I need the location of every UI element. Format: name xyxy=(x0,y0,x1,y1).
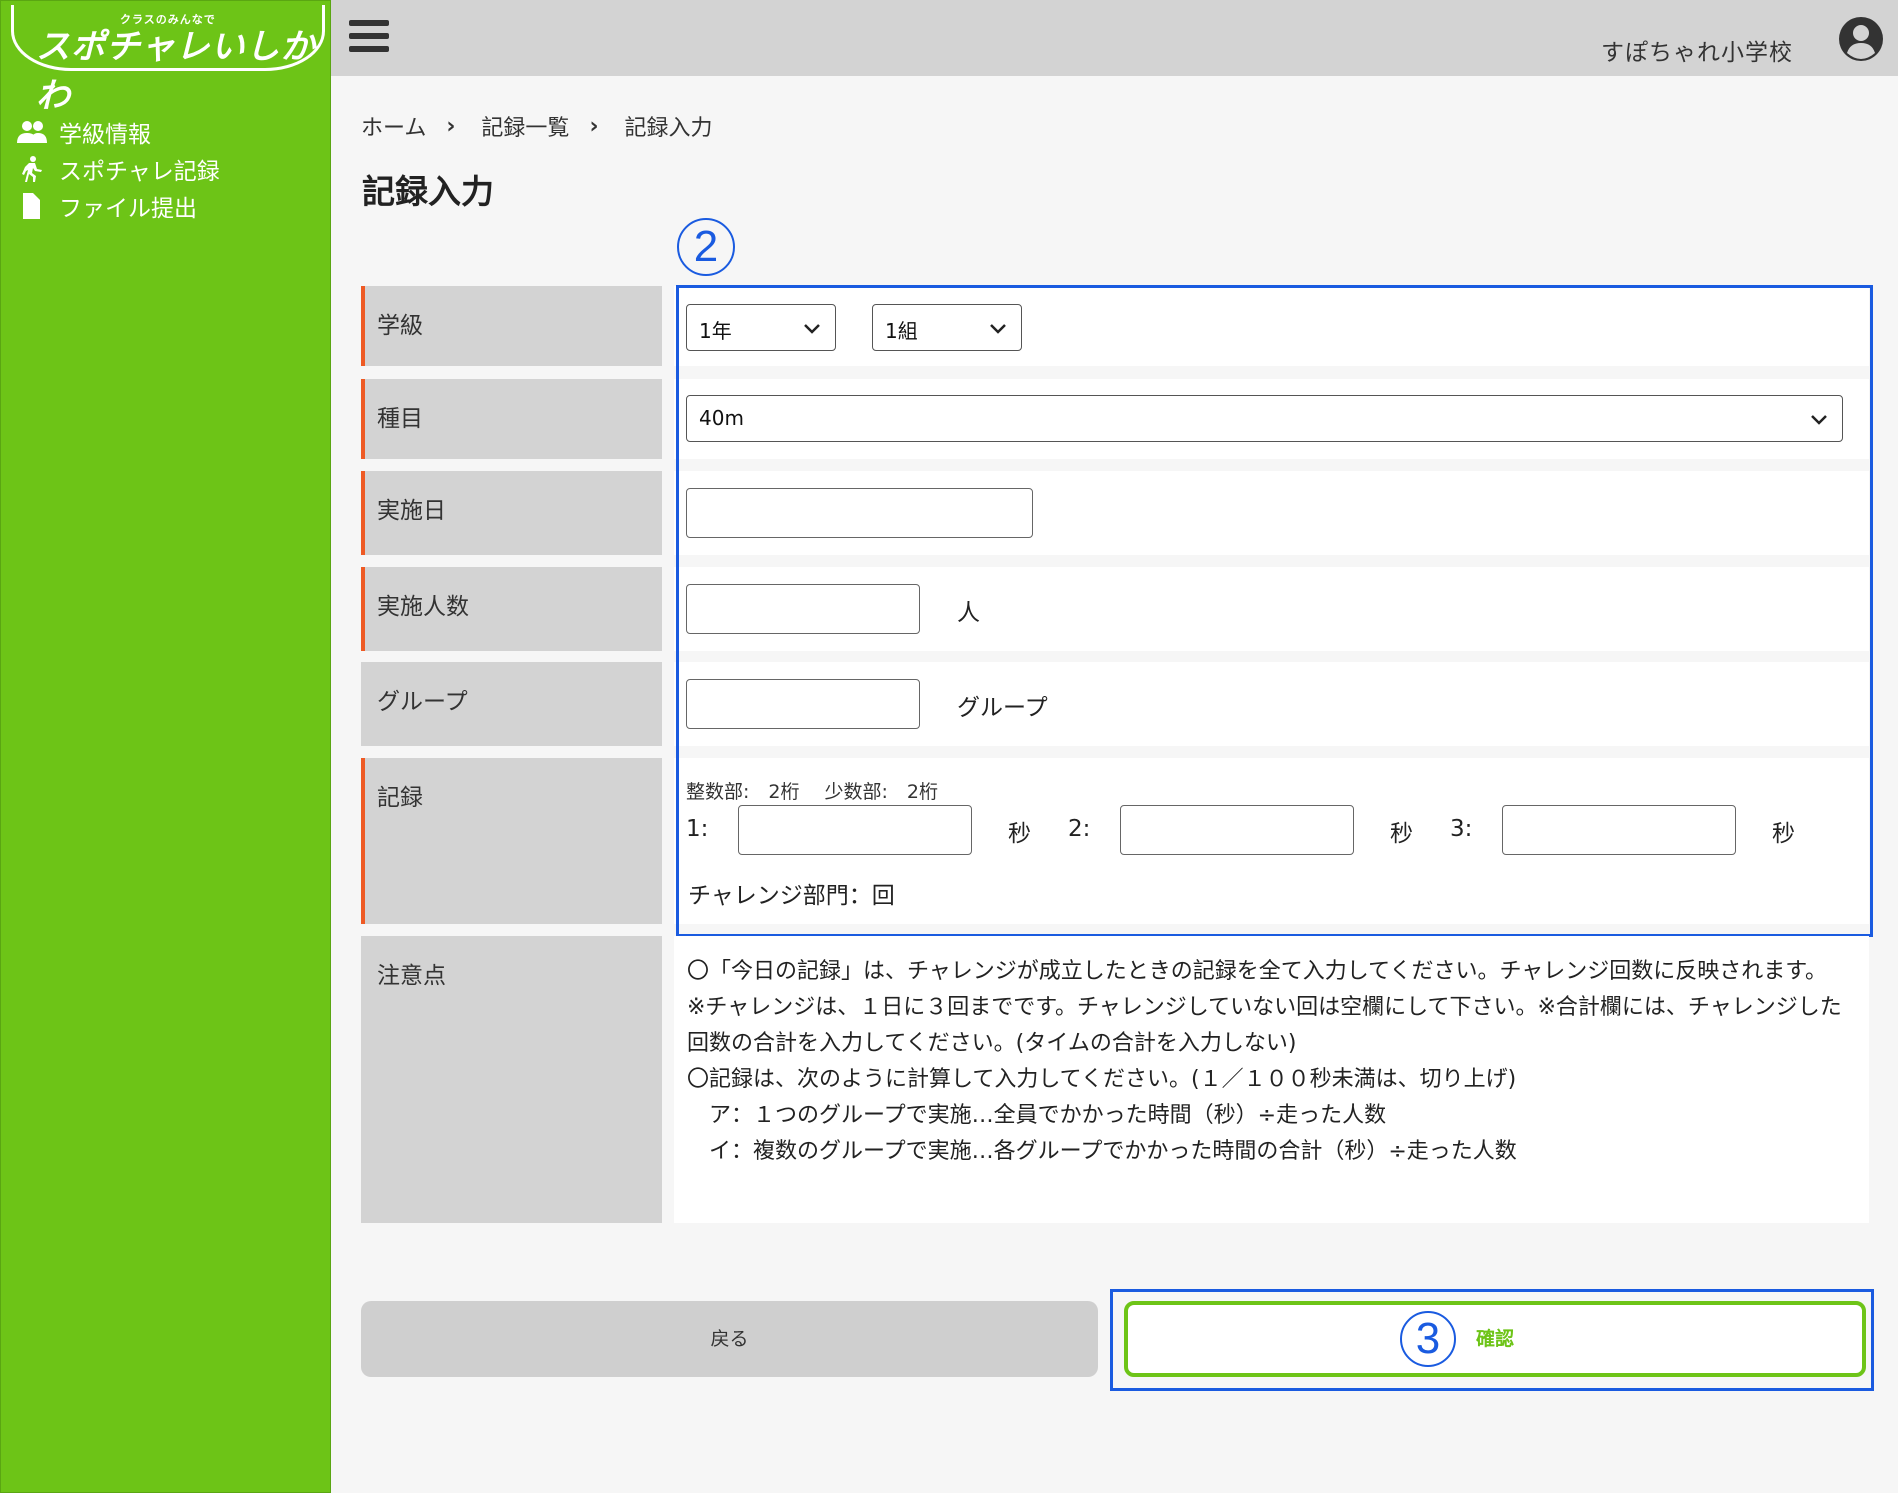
runner-icon xyxy=(22,155,42,182)
grade-label: 学級 xyxy=(361,286,662,366)
breadcrumb-current: 記録入力 xyxy=(624,116,713,141)
school-name: すぽちゃれ小学校 xyxy=(1601,40,1793,66)
sidebar-nav: 学級情報 スポチャレ記録 ファイル提出 xyxy=(17,113,220,224)
menu-icon[interactable] xyxy=(349,20,389,56)
note-line: ※チャレンジは、１日に３回までです。チャレンジしていない回は空欄にして下さい。※… xyxy=(687,995,1842,1056)
sidebar-item-label: スポチャレ記録 xyxy=(59,158,220,185)
sidebar: クラスのみんなで スポチャレいしかわ 学級情報 スポチャレ記録 ファイル提出 xyxy=(0,0,331,1493)
sidebar-item-file-submit[interactable]: ファイル提出 xyxy=(17,187,220,224)
page-title: 記録入力 xyxy=(362,172,494,211)
back-button[interactable]: 戻る xyxy=(361,1301,1098,1377)
app-logo[interactable]: クラスのみんなで スポチャレいしかわ xyxy=(11,5,325,116)
file-icon xyxy=(23,192,40,219)
breadcrumb: ホーム › 記録一覧 › 記録入力 xyxy=(361,110,713,142)
notes-text: 〇「今日の記録」は、チャレンジが成立したときの記録を全て入力してください。チャレ… xyxy=(687,954,1857,1170)
user-avatar-icon[interactable] xyxy=(1838,16,1884,62)
notes-label: 注意点 xyxy=(361,936,662,1223)
sidebar-item-class-info[interactable]: 学級情報 xyxy=(17,113,220,150)
event-label: 種目 xyxy=(361,379,662,459)
participants-label: 実施人数 xyxy=(361,567,662,651)
step-marker-2: 2 xyxy=(677,218,735,276)
record-label: 記録 xyxy=(361,758,662,924)
users-icon xyxy=(17,120,47,143)
sidebar-item-label: 学級情報 xyxy=(59,121,151,148)
logo-title: スポチャレいしかわ xyxy=(36,27,316,116)
chevron-right-icon: › xyxy=(446,113,456,139)
note-line: 〇「今日の記録」は、チャレンジが成立したときの記録を全て入力してください。チャレ… xyxy=(687,959,1828,984)
step-marker-3: 3 xyxy=(1400,1311,1456,1367)
top-header: すぽちゃれ小学校 xyxy=(331,0,1898,76)
breadcrumb-home[interactable]: ホーム xyxy=(361,110,426,142)
step-2-highlight xyxy=(676,285,1873,937)
date-label: 実施日 xyxy=(361,471,662,555)
sidebar-item-label: ファイル提出 xyxy=(59,195,197,222)
sidebar-item-sports-record[interactable]: スポチャレ記録 xyxy=(17,150,220,187)
breadcrumb-record-list[interactable]: 記録一覧 xyxy=(481,110,569,142)
chevron-right-icon: › xyxy=(589,113,599,139)
group-label: グループ xyxy=(361,662,662,746)
note-line: イ：複数のグループで実施…各グループでかかった時間の合計（秒）÷走った人数 xyxy=(687,1139,1517,1164)
note-line: 〇記録は、次のように計算して入力してください。(１／１００秒未満は、切り上げ) xyxy=(687,1067,1517,1092)
step-3-highlight xyxy=(1110,1289,1874,1391)
note-line: ア：１つのグループで実施…全員でかかった時間（秒）÷走った人数 xyxy=(687,1103,1387,1128)
